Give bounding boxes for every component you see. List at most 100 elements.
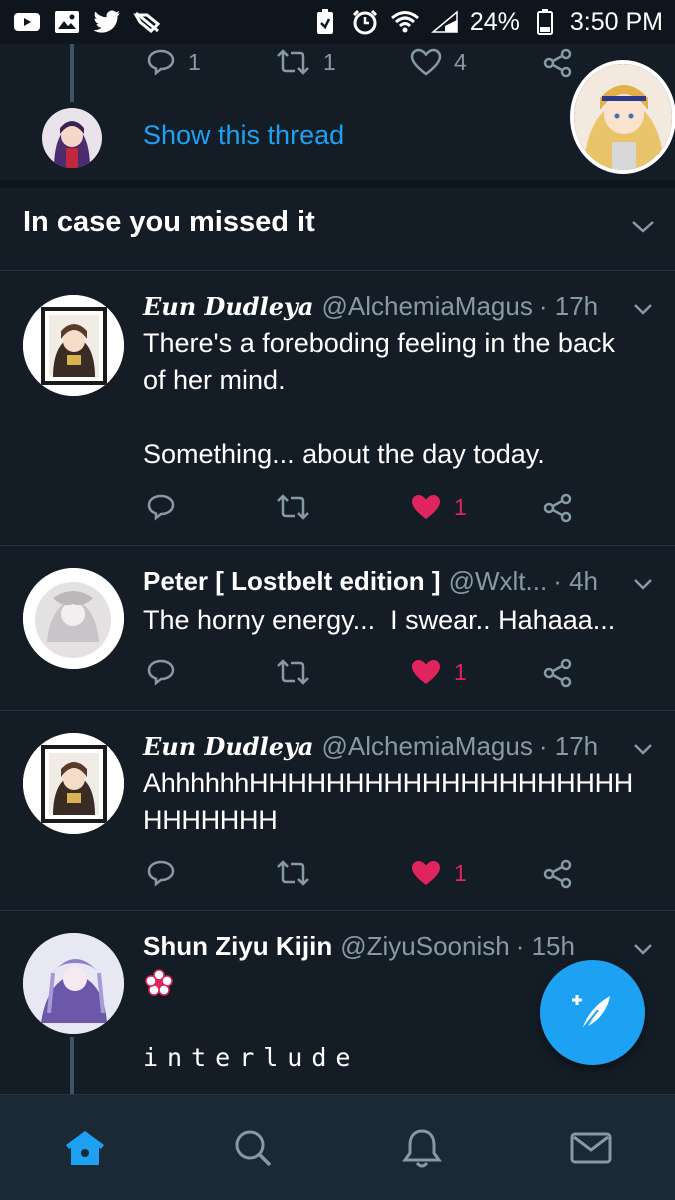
flower-emoji-icon xyxy=(145,969,173,1002)
tweet-header: Eun Dudleya @AlchemiaMagus · 17h xyxy=(143,731,598,762)
reply-count: 1 xyxy=(188,48,201,75)
timestamp[interactable]: · 17h xyxy=(539,291,598,322)
display-name[interactable]: Eun Dudleya xyxy=(143,292,313,321)
display-name[interactable]: Peter [ Lostbelt edition ] xyxy=(143,566,441,597)
tweet-header: Eun Dudleya @AlchemiaMagus · 17h xyxy=(143,291,598,322)
reply-icon xyxy=(147,860,175,887)
signal-icon xyxy=(430,7,460,37)
battery-saver-icon xyxy=(310,7,340,37)
avatar[interactable] xyxy=(23,568,124,669)
tweet-text: AhhhhhhHHHHHHHHHHHHHHHHHHHH HHHHHHH xyxy=(143,768,633,835)
tag-icon xyxy=(132,7,162,37)
floating-account-avatar[interactable] xyxy=(570,60,675,174)
nav-home[interactable] xyxy=(60,1123,110,1173)
thread-line xyxy=(70,1037,74,1094)
like-count: 1 xyxy=(454,859,467,886)
share-button[interactable] xyxy=(543,859,573,889)
share-icon xyxy=(543,658,572,688)
alarm-icon xyxy=(350,7,380,37)
heart-outline-icon xyxy=(410,48,442,76)
search-icon xyxy=(235,1130,272,1167)
status-bar-notifications xyxy=(12,7,162,37)
reply-icon xyxy=(147,49,175,76)
retweet-icon xyxy=(277,49,309,75)
timestamp[interactable]: · 17h xyxy=(539,731,598,762)
tweet-menu-chevron-icon[interactable] xyxy=(632,576,654,597)
like-button[interactable]: 1 xyxy=(410,859,467,887)
reply-icon xyxy=(147,494,175,521)
retweet-button[interactable]: 1 xyxy=(275,48,336,76)
retweet-icon xyxy=(277,860,309,886)
nav-notifications[interactable] xyxy=(397,1123,447,1173)
username[interactable]: @ZiyuSoonish xyxy=(340,931,509,962)
like-count: 4 xyxy=(454,48,467,75)
bottom-navigation xyxy=(0,1094,675,1200)
retweet-button[interactable] xyxy=(275,493,311,521)
status-bar-system: 24% 3:50 PM xyxy=(310,7,663,37)
retweet-button[interactable] xyxy=(275,658,311,686)
retweet-icon xyxy=(277,494,309,520)
like-button[interactable]: 1 xyxy=(410,658,467,686)
share-icon xyxy=(543,48,572,78)
reply-button[interactable] xyxy=(146,493,176,521)
like-button[interactable]: 4 xyxy=(410,48,467,76)
share-icon xyxy=(543,859,572,889)
tweet[interactable]: Peter [ Lostbelt edition ] @Wxlt... · 4h… xyxy=(0,546,675,710)
retweet-count: 1 xyxy=(323,48,336,75)
nav-messages[interactable] xyxy=(566,1123,616,1173)
like-count: 1 xyxy=(454,658,467,685)
share-icon xyxy=(543,493,572,523)
display-name[interactable]: Shun Ziyu Kijin xyxy=(143,931,332,962)
twitter-bird-icon xyxy=(92,7,122,37)
tweet[interactable]: Eun Dudleya @AlchemiaMagus · 17h Ahhhhhh… xyxy=(0,711,675,910)
username[interactable]: @AlchemiaMagus xyxy=(321,731,532,762)
section-title: In case you missed it xyxy=(23,206,315,238)
like-count: 1 xyxy=(454,493,467,520)
status-bar: 24% 3:50 PM xyxy=(0,0,675,44)
compose-feather-icon xyxy=(571,994,610,1031)
compose-tweet-button[interactable] xyxy=(540,960,645,1065)
username[interactable]: @AlchemiaMagus xyxy=(321,291,532,322)
tweet-menu-chevron-icon[interactable] xyxy=(632,941,654,962)
show-thread-link[interactable]: Show this thread xyxy=(143,120,344,151)
retweet-button[interactable] xyxy=(275,859,311,887)
gallery-icon xyxy=(52,7,82,37)
tweet-text: The horny energy... I swear.. Hahaaa... xyxy=(143,605,616,635)
section-divider xyxy=(0,180,675,188)
reply-button[interactable] xyxy=(146,859,176,887)
avatar[interactable] xyxy=(23,295,124,396)
share-button[interactable] xyxy=(543,493,573,523)
nav-search[interactable] xyxy=(228,1123,278,1173)
share-button[interactable] xyxy=(543,658,573,688)
messages-icon xyxy=(570,1132,612,1164)
clock: 3:50 PM xyxy=(569,7,663,36)
youtube-icon xyxy=(12,7,42,37)
tweet-text: There's a foreboding feeling in the back… xyxy=(143,328,615,469)
avatar[interactable] xyxy=(23,733,124,834)
heart-filled-icon xyxy=(412,495,440,519)
battery-percent: 24% xyxy=(469,7,520,36)
like-button[interactable]: 1 xyxy=(410,493,467,521)
tweet-header: Shun Ziyu Kijin @ZiyuSoonish · 15h xyxy=(143,931,575,962)
tweet-menu-chevron-icon[interactable] xyxy=(632,301,654,322)
retweet-icon xyxy=(277,659,309,685)
timestamp[interactable]: · 15h xyxy=(516,931,575,962)
tweet[interactable]: Eun Dudleya @AlchemiaMagus · 17h There's… xyxy=(0,271,675,545)
share-button[interactable] xyxy=(543,48,573,78)
avatar[interactable] xyxy=(23,933,124,1034)
battery-icon xyxy=(530,7,560,37)
tweet-menu-chevron-icon[interactable] xyxy=(632,741,654,762)
section-collapse-chevron-icon[interactable] xyxy=(630,218,656,241)
reply-button[interactable] xyxy=(146,658,176,686)
avatar[interactable] xyxy=(42,108,102,168)
reply-icon xyxy=(147,659,175,686)
heart-filled-icon xyxy=(412,660,440,684)
reply-button[interactable]: 1 xyxy=(146,48,201,76)
display-name[interactable]: Eun Dudleya xyxy=(143,732,313,761)
thread-line xyxy=(70,44,74,102)
home-icon xyxy=(66,1131,104,1165)
username[interactable]: @Wxlt... xyxy=(449,566,548,597)
notifications-icon xyxy=(402,1129,442,1168)
timestamp[interactable]: · 4h xyxy=(553,566,598,597)
heart-filled-icon xyxy=(412,861,440,885)
